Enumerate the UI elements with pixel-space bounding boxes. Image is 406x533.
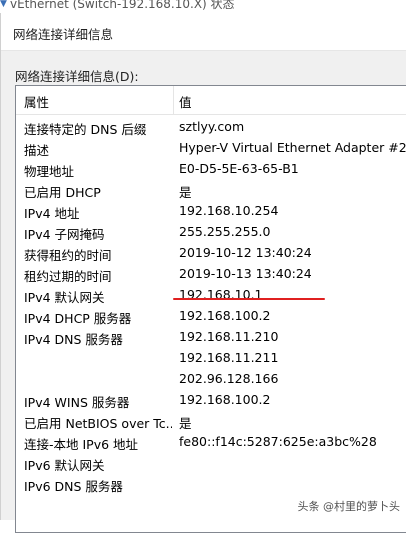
column-header-value[interactable]: 值 — [179, 92, 192, 111]
row-value: 2019-10-13 13:40:24 — [179, 266, 312, 281]
row-value: 192.168.100.2 — [179, 392, 271, 407]
table-row[interactable]: 202.96.128.166 — [16, 368, 406, 389]
row-property: IPv4 子网掩码 — [24, 227, 105, 242]
table-row[interactable]: IPv4 子网掩码 255.255.255.0 — [16, 221, 406, 242]
table-row[interactable]: IPv6 DNS 服务器 — [16, 473, 406, 494]
table-row[interactable]: 租约过期的时间 2019-10-13 13:40:24 — [16, 263, 406, 284]
column-divider[interactable] — [173, 86, 174, 114]
table-row[interactable]: 连接-本地 IPv6 地址 fe80::f14c:5287:625e:a3bc%2… — [16, 431, 406, 452]
table-row[interactable]: 描述 Hyper-V Virtual Ethernet Adapter #2 — [16, 137, 406, 158]
row-value: Hyper-V Virtual Ethernet Adapter #2 — [179, 140, 406, 155]
row-property: 获得租约的时间 — [24, 248, 112, 263]
list-header: 属性 值 — [16, 86, 406, 115]
row-value: 2019-10-12 13:40:24 — [179, 245, 312, 260]
row-property: IPv4 DHCP 服务器 — [24, 311, 132, 326]
row-property: 描述 — [24, 143, 50, 158]
table-row[interactable]: IPv4 地址 192.168.10.254 — [16, 200, 406, 221]
network-details-dialog: 网络连接详细信息 网络连接详细信息(D): 属性 值 连接特定的 DNS 后缀 s… — [0, 13, 406, 533]
row-value: 255.255.255.0 — [179, 224, 271, 239]
details-group-label: 网络连接详细信息(D): — [15, 69, 139, 84]
row-property: 连接-本地 IPv6 地址 — [24, 437, 139, 452]
column-header-property[interactable]: 属性 — [24, 92, 49, 111]
row-property: 已启用 DHCP — [24, 185, 101, 200]
row-value: 202.96.128.166 — [179, 371, 279, 386]
row-property: 连接特定的 DNS 后缀 — [24, 122, 147, 137]
row-value: 是 — [179, 185, 192, 200]
table-row[interactable]: IPv6 默认网关 — [16, 452, 406, 473]
outer-window-titlebar: ▼ vEthernet (Switch-192.168.10.X) 状态 — [0, 0, 406, 13]
row-property: IPv4 地址 — [24, 206, 80, 221]
network-adapter-icon: ▼ — [0, 0, 7, 9]
row-property: 租约过期的时间 — [24, 269, 112, 284]
table-row[interactable]: 192.168.11.211 — [16, 347, 406, 368]
row-value: 192.168.10.254 — [179, 203, 279, 218]
row-value: fe80::f14c:5287:625e:a3bc%28 — [179, 434, 377, 449]
table-row[interactable]: 已启用 DHCP 是 — [16, 179, 406, 200]
row-property: 物理地址 — [24, 164, 75, 179]
row-property: 已启用 NetBIOS over Tc... — [24, 416, 172, 431]
table-row[interactable]: 获得租约的时间 2019-10-12 13:40:24 — [16, 242, 406, 263]
table-row[interactable]: IPv4 DNS 服务器 192.168.11.210 — [16, 326, 406, 347]
watermark: 头条 @村里的萝卜头 — [297, 500, 401, 513]
dialog-titlebar[interactable]: 网络连接详细信息 — [1, 13, 406, 51]
row-value: E0-D5-5E-63-65-B1 — [179, 161, 299, 176]
table-row[interactable]: 物理地址 E0-D5-5E-63-65-B1 — [16, 158, 406, 179]
row-value: 192.168.11.210 — [179, 329, 279, 344]
outer-window-title: vEthernet (Switch-192.168.10.X) 状态 — [10, 0, 235, 11]
row-value: 192.168.100.2 — [179, 308, 271, 323]
row-property: IPv4 DNS 服务器 — [24, 332, 123, 347]
table-row[interactable]: IPv4 默认网关 192.168.10.1 — [16, 284, 406, 305]
dialog-title: 网络连接详细信息 — [13, 27, 114, 42]
row-property: IPv4 WINS 服务器 — [24, 395, 130, 410]
row-property: IPv4 默认网关 — [24, 290, 105, 305]
table-row[interactable]: IPv4 DHCP 服务器 192.168.100.2 — [16, 305, 406, 326]
table-row[interactable]: 连接特定的 DNS 后缀 sztlyy.com — [16, 116, 406, 137]
row-property: IPv6 DNS 服务器 — [24, 479, 123, 494]
row-value: sztlyy.com — [179, 119, 245, 134]
table-row[interactable]: 已启用 NetBIOS over Tc... 是 — [16, 410, 406, 431]
row-value: 是 — [179, 416, 192, 431]
red-underline-annotation — [173, 298, 325, 300]
row-property: IPv6 默认网关 — [24, 458, 105, 473]
row-value: 192.168.11.211 — [179, 350, 279, 365]
table-row[interactable]: IPv4 WINS 服务器 192.168.100.2 — [16, 389, 406, 410]
details-list[interactable]: 属性 值 连接特定的 DNS 后缀 sztlyy.com 描述 Hyper-V Vir… — [15, 85, 406, 533]
